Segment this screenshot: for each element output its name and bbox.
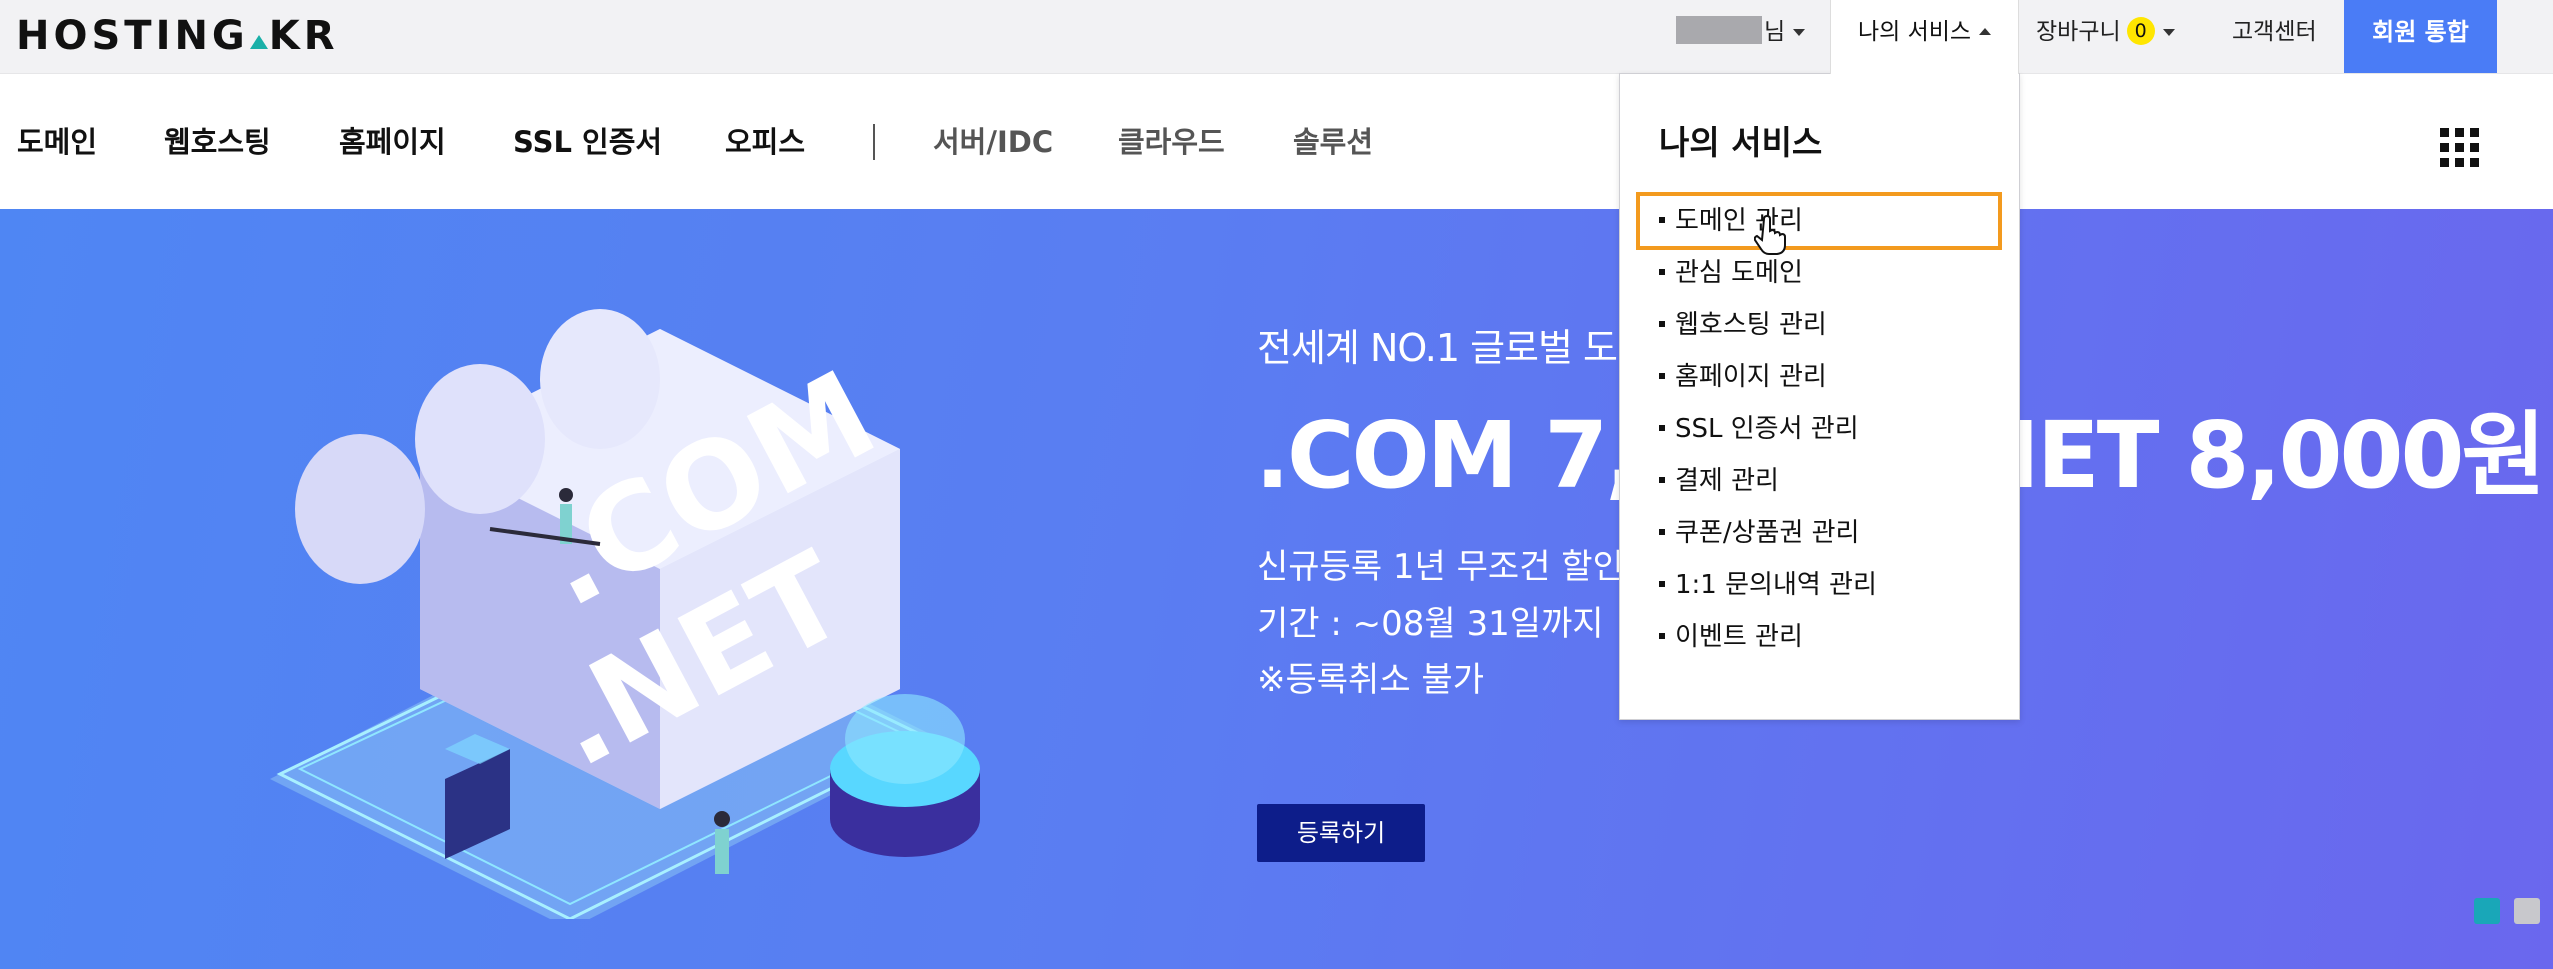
bullet-icon — [1659, 581, 1665, 587]
dropdown-title: 나의 서비스 — [1659, 123, 1823, 162]
chevron-down-icon — [2162, 29, 2175, 36]
cart-label: 장바구니 — [2036, 19, 2121, 45]
nav-item-server-idc[interactable]: 서버/IDC — [933, 122, 1053, 162]
dropdown-item-label: 웹호스팅 관리 — [1675, 310, 1827, 340]
dropdown-item-label: 홈페이지 관리 — [1675, 362, 1827, 392]
dropdown-item-watch-domain[interactable]: 관심 도메인 — [1659, 256, 1803, 290]
dropdown-item-label: 이벤트 관리 — [1675, 622, 1803, 652]
promo-banner[interactable]: .COM .NET 전세계 NO.1 글로벌 도메인 .COM 7,000원 .… — [0, 209, 2553, 969]
all-menu-grid-icon[interactable] — [2440, 128, 2480, 168]
support-link[interactable]: 고객센터 — [2232, 0, 2317, 73]
dropdown-item-coupon-manage[interactable]: 쿠폰/상품권 관리 — [1659, 516, 1859, 550]
dropdown-item-webhosting-manage[interactable]: 웹호스팅 관리 — [1659, 308, 1827, 342]
bullet-icon — [1659, 373, 1665, 379]
dropdown-item-payment-manage[interactable]: 결제 관리 — [1659, 464, 1779, 498]
banner-line-1: 신규등록 1년 무조건 할인! — [1257, 547, 1638, 587]
bullet-icon — [1659, 217, 1665, 223]
nav-item-office[interactable]: 오피스 — [725, 122, 805, 162]
dropdown-item-label: 1:1 문의내역 관리 — [1675, 570, 1877, 600]
top-bar: HOSTING KR 님 나의 서비스 장바구니 0 고객센터 회원 통합 — [0, 0, 2553, 74]
banner-line-3: ※등록취소 불가 — [1257, 660, 1484, 700]
cart-menu[interactable]: 장바구니 0 — [2036, 0, 2175, 73]
register-button[interactable]: 등록하기 — [1257, 804, 1425, 862]
my-service-dropdown: 나의 서비스 도메인 관리 관심 도메인 웹호스팅 관리 홈페이지 관리 SSL… — [1619, 73, 2020, 720]
cart-count-badge: 0 — [2126, 17, 2155, 45]
dropdown-item-label: SSL 인증서 관리 — [1675, 414, 1859, 444]
bullet-icon — [1659, 529, 1665, 535]
dropdown-item-event-manage[interactable]: 이벤트 관리 — [1659, 620, 1803, 654]
hand-pointer-icon — [1754, 215, 1786, 255]
dropdown-item-inquiry-manage[interactable]: 1:1 문의내역 관리 — [1659, 568, 1877, 602]
chevron-down-icon — [1793, 29, 1806, 36]
logo-text-left: HOSTING — [16, 13, 249, 59]
user-menu[interactable]: 님 — [1764, 0, 1806, 73]
site-logo[interactable]: HOSTING KR — [16, 14, 339, 58]
nav-item-cloud[interactable]: 클라우드 — [1118, 122, 1225, 162]
bullet-icon — [1659, 269, 1665, 275]
domain-illustration: .COM .NET — [270, 309, 980, 919]
nav-item-webhosting[interactable]: 웹호스팅 — [164, 122, 271, 162]
my-service-label: 나의 서비스 — [1857, 19, 1972, 45]
username-redacted — [1676, 16, 1762, 44]
my-service-menu[interactable]: 나의 서비스 — [1830, 0, 2019, 74]
slide-indicator[interactable] — [2514, 898, 2540, 924]
bullet-icon — [1659, 633, 1665, 639]
bullet-icon — [1659, 477, 1665, 483]
dropdown-item-label: 관심 도메인 — [1675, 258, 1803, 288]
dropdown-item-ssl-manage[interactable]: SSL 인증서 관리 — [1659, 412, 1859, 446]
slide-indicator-active[interactable] — [2474, 898, 2500, 924]
user-suffix-text: 님 — [1764, 19, 1786, 45]
main-nav: 도메인 웹호스팅 홈페이지 SSL 인증서 오피스 서버/IDC 클라우드 솔루… — [0, 74, 2553, 209]
nav-item-ssl[interactable]: SSL 인증서 — [513, 122, 662, 162]
bullet-icon — [1659, 425, 1665, 431]
banner-line-2: 기간 : ~08월 31일까지 — [1257, 604, 1604, 644]
nav-item-homepage[interactable]: 홈페이지 — [339, 122, 446, 162]
member-join-button[interactable]: 회원 통합 — [2344, 0, 2497, 73]
nav-divider — [873, 124, 875, 160]
dropdown-item-label: 결제 관리 — [1675, 466, 1779, 496]
chevron-up-icon — [1979, 28, 1992, 35]
nav-item-domain[interactable]: 도메인 — [17, 122, 97, 162]
logo-text-right: KR — [268, 13, 339, 59]
logo-dot-icon — [249, 35, 268, 49]
dropdown-item-label: 쿠폰/상품권 관리 — [1675, 518, 1860, 548]
nav-item-solution[interactable]: 솔루션 — [1293, 122, 1373, 162]
dropdown-item-homepage-manage[interactable]: 홈페이지 관리 — [1659, 360, 1827, 394]
bullet-icon — [1659, 321, 1665, 327]
